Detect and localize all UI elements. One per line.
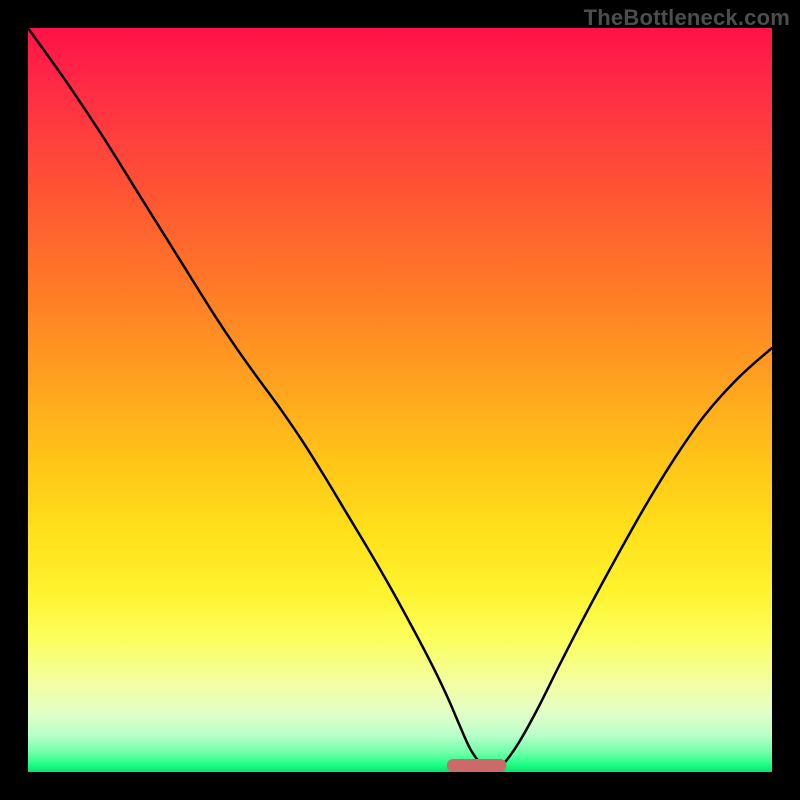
chart-frame: TheBottleneck.com [0,0,800,800]
optimal-range-marker [447,759,507,772]
bottleneck-curve [28,28,772,772]
chart-svg [28,28,772,772]
plot-area [28,28,772,772]
